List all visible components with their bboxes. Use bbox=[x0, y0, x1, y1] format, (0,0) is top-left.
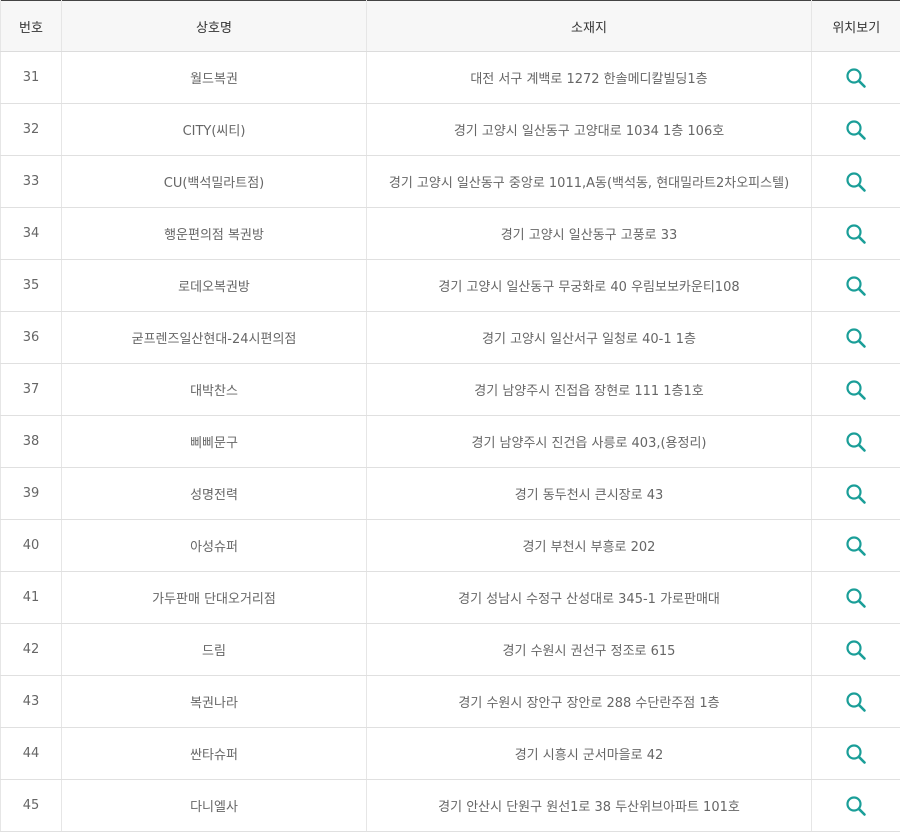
store-address: 경기 고양시 일산동구 중앙로 1011,A동(백석동, 현대밀라트2차오피스텔… bbox=[366, 155, 812, 208]
table-row: 33 CU(백석밀라트점) 경기 고양시 일산동구 중앙로 1011,A동(백석동,… bbox=[0, 155, 900, 208]
row-number: 37 bbox=[0, 363, 62, 416]
search-icon[interactable] bbox=[845, 171, 867, 193]
search-icon[interactable] bbox=[845, 535, 867, 557]
search-icon[interactable] bbox=[845, 587, 867, 609]
store-name: 대박찬스 bbox=[61, 363, 367, 416]
row-number: 43 bbox=[0, 675, 62, 728]
search-icon[interactable] bbox=[845, 275, 867, 297]
store-address: 경기 시흥시 군서마을로 42 bbox=[366, 727, 812, 780]
store-address: 경기 안산시 단원구 원선1로 38 두산위브아파트 101호 bbox=[366, 779, 812, 832]
row-number: 39 bbox=[0, 467, 62, 520]
store-address: 경기 부천시 부흥로 202 bbox=[366, 519, 812, 572]
table-row: 40 아성슈퍼 경기 부천시 부흥로 202 bbox=[0, 519, 900, 572]
location-cell bbox=[811, 727, 900, 780]
search-icon[interactable] bbox=[845, 379, 867, 401]
table-row: 37 대박찬스 경기 남양주시 진접읍 장현로 111 1층1호 bbox=[0, 363, 900, 416]
store-name: 아성슈퍼 bbox=[61, 519, 367, 572]
row-number: 44 bbox=[0, 727, 62, 780]
location-cell bbox=[811, 259, 900, 312]
table-row: 43 복권나라 경기 수원시 장안구 장안로 288 수단란주점 1층 bbox=[0, 675, 900, 728]
store-name: 복권나라 bbox=[61, 675, 367, 728]
table-row: 35 로데오복권방 경기 고양시 일산동구 무궁화로 40 우림보보카운티108 bbox=[0, 259, 900, 312]
store-name: 드림 bbox=[61, 623, 367, 676]
store-name: 다니엘사 bbox=[61, 779, 367, 832]
location-cell bbox=[811, 311, 900, 364]
search-icon[interactable] bbox=[845, 743, 867, 765]
location-cell bbox=[811, 363, 900, 416]
search-icon[interactable] bbox=[845, 327, 867, 349]
row-number: 32 bbox=[0, 103, 62, 156]
table-row: 36 굳프렌즈일산현대-24시편의점 경기 고양시 일산서구 일청로 40-1 1층 bbox=[0, 311, 900, 364]
store-address: 경기 고양시 일산동구 고양대로 1034 1층 106호 bbox=[366, 103, 812, 156]
store-address: 경기 동두천시 큰시장로 43 bbox=[366, 467, 812, 520]
store-address: 경기 수원시 권선구 정조로 615 bbox=[366, 623, 812, 676]
store-address: 경기 남양주시 진건읍 사릉로 403,(용정리) bbox=[366, 415, 812, 468]
search-icon[interactable] bbox=[845, 223, 867, 245]
store-address: 경기 남양주시 진접읍 장현로 111 1층1호 bbox=[366, 363, 812, 416]
location-cell bbox=[811, 623, 900, 676]
table-row: 45 다니엘사 경기 안산시 단원구 원선1로 38 두산위브아파트 101호 bbox=[0, 779, 900, 832]
store-name: CITY(씨티) bbox=[61, 103, 367, 156]
store-address: 경기 고양시 일산동구 무궁화로 40 우림보보카운티108 bbox=[366, 259, 812, 312]
table-row: 38 삐삐문구 경기 남양주시 진건읍 사릉로 403,(용정리) bbox=[0, 415, 900, 468]
store-address: 경기 성남시 수정구 산성대로 345-1 가로판매대 bbox=[366, 571, 812, 624]
store-name: 성명전력 bbox=[61, 467, 367, 520]
row-number: 34 bbox=[0, 207, 62, 260]
header-store-name: 상호명 bbox=[61, 0, 367, 52]
location-cell bbox=[811, 779, 900, 832]
search-icon[interactable] bbox=[845, 691, 867, 713]
row-number: 33 bbox=[0, 155, 62, 208]
location-cell bbox=[811, 467, 900, 520]
row-number: 38 bbox=[0, 415, 62, 468]
table-row: 42 드림 경기 수원시 권선구 정조로 615 bbox=[0, 623, 900, 676]
location-cell bbox=[811, 103, 900, 156]
table-row: 39 성명전력 경기 동두천시 큰시장로 43 bbox=[0, 467, 900, 520]
table-row: 41 가두판매 단대오거리점 경기 성남시 수정구 산성대로 345-1 가로판매대 bbox=[0, 571, 900, 624]
location-cell bbox=[811, 415, 900, 468]
store-name: CU(백석밀라트점) bbox=[61, 155, 367, 208]
location-cell bbox=[811, 519, 900, 572]
table-row: 44 싼타슈퍼 경기 시흥시 군서마을로 42 bbox=[0, 727, 900, 780]
row-number: 40 bbox=[0, 519, 62, 572]
table-row: 34 행운편의점 복권방 경기 고양시 일산동구 고풍로 33 bbox=[0, 207, 900, 260]
location-cell bbox=[811, 51, 900, 104]
row-number: 35 bbox=[0, 259, 62, 312]
search-icon[interactable] bbox=[845, 431, 867, 453]
search-icon[interactable] bbox=[845, 119, 867, 141]
table-header-row: 번호 상호명 소재지 위치보기 bbox=[0, 0, 900, 52]
location-cell bbox=[811, 571, 900, 624]
header-number: 번호 bbox=[0, 0, 62, 52]
store-name: 월드복권 bbox=[61, 51, 367, 104]
store-table: 번호 상호명 소재지 위치보기 31 월드복권 대전 서구 계백로 1272 한솔메… bbox=[0, 0, 900, 832]
store-name: 가두판매 단대오거리점 bbox=[61, 571, 367, 624]
location-cell bbox=[811, 155, 900, 208]
search-icon[interactable] bbox=[845, 639, 867, 661]
store-name: 행운편의점 복권방 bbox=[61, 207, 367, 260]
store-address: 경기 고양시 일산동구 고풍로 33 bbox=[366, 207, 812, 260]
search-icon[interactable] bbox=[845, 483, 867, 505]
row-number: 36 bbox=[0, 311, 62, 364]
table-row: 31 월드복권 대전 서구 계백로 1272 한솔메디칼빌딩1층 bbox=[0, 51, 900, 104]
store-name: 로데오복권방 bbox=[61, 259, 367, 312]
header-location: 위치보기 bbox=[811, 0, 900, 52]
store-address: 경기 수원시 장안구 장안로 288 수단란주점 1층 bbox=[366, 675, 812, 728]
header-address: 소재지 bbox=[366, 0, 812, 52]
search-icon[interactable] bbox=[845, 795, 867, 817]
store-address: 경기 고양시 일산서구 일청로 40-1 1층 bbox=[366, 311, 812, 364]
row-number: 31 bbox=[0, 51, 62, 104]
store-name: 싼타슈퍼 bbox=[61, 727, 367, 780]
row-number: 42 bbox=[0, 623, 62, 676]
store-name: 굳프렌즈일산현대-24시편의점 bbox=[61, 311, 367, 364]
location-cell bbox=[811, 207, 900, 260]
store-address: 대전 서구 계백로 1272 한솔메디칼빌딩1층 bbox=[366, 51, 812, 104]
row-number: 45 bbox=[0, 779, 62, 832]
table-row: 32 CITY(씨티) 경기 고양시 일산동구 고양대로 1034 1층 106호 bbox=[0, 103, 900, 156]
location-cell bbox=[811, 675, 900, 728]
row-number: 41 bbox=[0, 571, 62, 624]
store-name: 삐삐문구 bbox=[61, 415, 367, 468]
search-icon[interactable] bbox=[845, 67, 867, 89]
